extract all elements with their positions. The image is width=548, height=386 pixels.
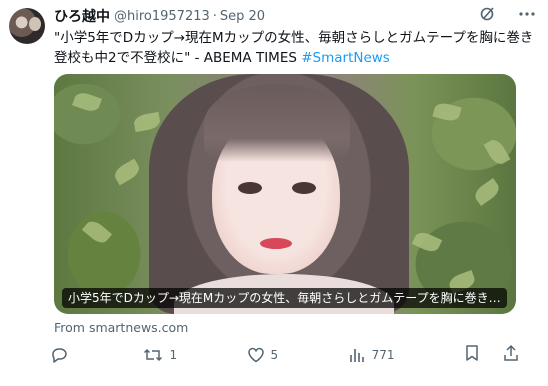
author-handle[interactable]: @hiro1957213 <box>114 9 210 24</box>
share-icon[interactable] <box>502 344 520 366</box>
separator-dot: · <box>212 8 217 24</box>
tweet-header: ひろ越中 @hiro1957213 · Sep 20 <box>54 6 536 26</box>
card-caption: 小学5年でDカップ→現在Mカップの女性、毎朝さらしとガムテープを胸に巻き… <box>62 288 507 308</box>
tweet-text: "小学5年でDカップ→現在Mカップの女性、毎朝さらしとガムテープを胸に巻き登校も… <box>54 28 538 68</box>
hashtag-link[interactable]: #SmartNews <box>301 50 390 66</box>
views-button[interactable]: 771 <box>348 346 395 364</box>
tweet-text-body: "小学5年でDカップ→現在Mカップの女性、毎朝さらしとガムテープを胸に巻き登校も… <box>54 30 534 66</box>
card-source[interactable]: From smartnews.com <box>54 320 188 335</box>
reply-icon <box>50 346 68 364</box>
tweet-date[interactable]: Sep 20 <box>220 9 265 24</box>
views-icon <box>348 346 366 364</box>
grok-icon[interactable] <box>480 6 496 22</box>
action-bar-right <box>464 344 520 366</box>
author-display-name[interactable]: ひろ越中 <box>54 6 110 26</box>
reply-button[interactable] <box>50 346 74 364</box>
bookmark-icon[interactable] <box>464 344 480 366</box>
views-count: 771 <box>371 348 395 362</box>
retweet-icon <box>143 346 163 364</box>
action-bar: 1 5 771 <box>50 344 520 366</box>
retweet-button[interactable]: 1 <box>143 346 177 364</box>
header-icons <box>480 6 536 22</box>
link-card[interactable]: 小学5年でDカップ→現在Mカップの女性、毎朝さらしとガムテープを胸に巻き… <box>54 74 516 314</box>
avatar[interactable] <box>9 8 45 44</box>
like-button[interactable]: 5 <box>247 346 279 364</box>
more-icon[interactable] <box>518 11 536 17</box>
heart-icon <box>247 346 265 364</box>
like-count: 5 <box>270 348 279 362</box>
retweet-count: 1 <box>169 348 178 362</box>
